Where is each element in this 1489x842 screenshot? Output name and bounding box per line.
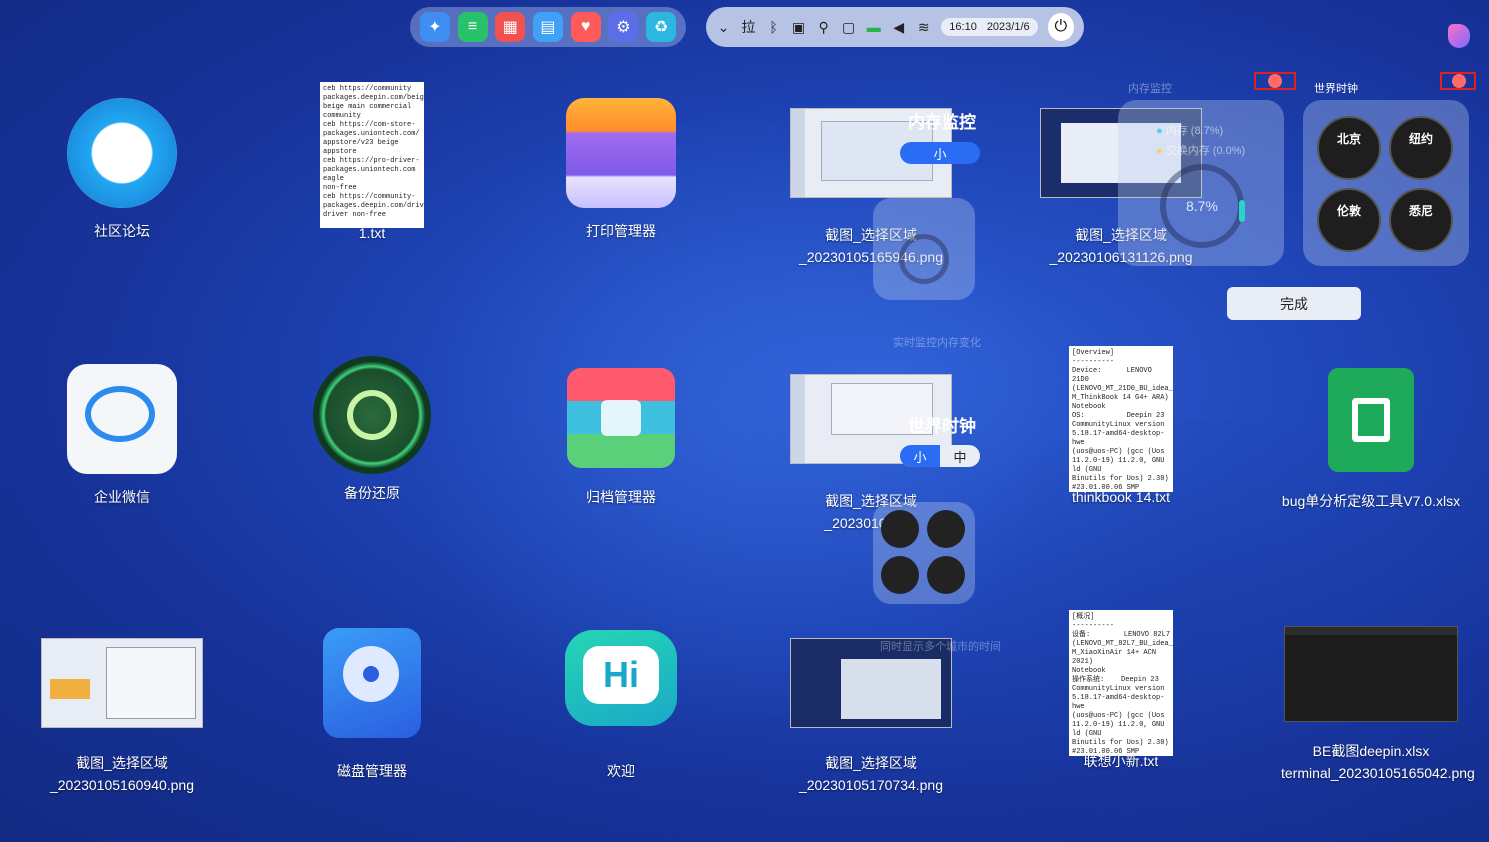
remove-widget-button[interactable] bbox=[1440, 72, 1476, 90]
desktop-icon-label: terminal_20230105165042.png bbox=[1281, 765, 1475, 781]
desktop-icon[interactable]: 企业微信 bbox=[32, 364, 212, 508]
printer-icon bbox=[566, 98, 676, 208]
desktop-icon-label: 备份还原 bbox=[344, 485, 400, 501]
widget-title-clock: 世界时钟 bbox=[908, 417, 976, 436]
clock-london: 伦敦 bbox=[1317, 188, 1381, 252]
city-label: 纽约 bbox=[1408, 132, 1433, 146]
size-small-option[interactable]: 小 bbox=[900, 445, 940, 467]
desktop-icon[interactable]: 归档管理器 bbox=[531, 368, 711, 508]
city-label: 伦敦 bbox=[1336, 204, 1361, 218]
spreadsheet-icon bbox=[1328, 368, 1414, 472]
desktop-icon-label: 截图_选择区域 _20230105170734.png bbox=[798, 755, 944, 793]
battery-icon[interactable]: ▬ bbox=[866, 19, 881, 35]
desktop-icon-label: 截图_选择区域 _20230105160940.png bbox=[49, 755, 195, 793]
archive-manager-icon bbox=[567, 368, 675, 468]
notification-icon[interactable] bbox=[1448, 24, 1470, 48]
desktop-icon-label: 磁盘管理器 bbox=[337, 763, 407, 779]
clock-widget[interactable]: 北京 纽约 伦敦 悉尼 bbox=[1303, 100, 1469, 266]
swap-legend: ● 交换内存 (0.0%) bbox=[1156, 145, 1246, 157]
search-icon[interactable]: ⚲ bbox=[816, 19, 831, 36]
desktop-icon-label: BE截图deepin.xlsx bbox=[1312, 743, 1430, 759]
desktop-icon[interactable]: [Overview] ---------- Device: LENOVO 21D… bbox=[1031, 346, 1211, 508]
desktop-icon[interactable]: 社区论坛 bbox=[32, 98, 212, 242]
desktop-icon-label: 归档管理器 bbox=[586, 489, 656, 505]
memory-percent: 8.7% bbox=[1186, 198, 1218, 214]
backup-restore-icon bbox=[313, 356, 431, 474]
screen-icon[interactable]: ▣ bbox=[791, 19, 806, 36]
text-file-thumbnail: [Overview] ---------- Device: LENOVO 21D… bbox=[1069, 346, 1173, 492]
disk-manager-icon bbox=[323, 628, 421, 738]
clock-widget-title: 世界时钟 bbox=[1314, 83, 1358, 95]
desktop-icon[interactable]: 磁盘管理器 bbox=[282, 628, 462, 782]
welcome-icon: Hi bbox=[565, 630, 677, 726]
widget-size-selector: 小 bbox=[900, 142, 980, 164]
multitask-view-icon[interactable]: ▢ bbox=[841, 19, 856, 36]
desktop-icon[interactable]: bug单分析定级工具V7.0.xlsx bbox=[1281, 368, 1461, 512]
multitask-icon[interactable]: ≡ bbox=[457, 12, 488, 42]
datetime[interactable]: 16:10 2023/1/6 bbox=[941, 18, 1038, 36]
remove-widget-button[interactable] bbox=[1254, 72, 1296, 90]
desktop-icon-label: 欢迎 bbox=[607, 763, 635, 779]
desktop-icon-label: 打印管理器 bbox=[586, 223, 656, 239]
desktop-icon[interactable]: [概况] ---------- 设备: LENOVO 82L7 (LENOVO_… bbox=[1031, 610, 1211, 772]
desktop-icon[interactable]: Hi 欢迎 bbox=[531, 630, 711, 782]
desktop-icon[interactable]: BE截图deepin.xlsx terminal_20230105165042.… bbox=[1281, 626, 1475, 784]
chevron-down-icon[interactable]: ⌄ bbox=[716, 19, 731, 36]
city-label: 悉尼 bbox=[1408, 204, 1433, 218]
size-medium-option[interactable]: 中 bbox=[940, 445, 980, 467]
widget-desc-clock: 同时显示多个城市的时间 bbox=[880, 641, 1001, 653]
swap-label: 交换内存 (0.0%) bbox=[1165, 145, 1246, 157]
clock-beijing: 北京 bbox=[1317, 116, 1381, 180]
widget-title-memory: 内存监控 bbox=[908, 113, 976, 132]
widget-size-selector: 小 中 bbox=[900, 445, 980, 467]
desktop-icon-label: 企业微信 bbox=[94, 489, 150, 505]
gift-icon[interactable]: ♥ bbox=[570, 12, 601, 42]
desktop-icon-label: 社区论坛 bbox=[94, 223, 150, 239]
size-small-option[interactable]: 小 bbox=[900, 142, 980, 164]
system-tray: ⌄ 拉 ᛒ ▣ ⚲ ▢ ▬ ◀ ≋ 16:10 2023/1/6 ⏻ bbox=[706, 7, 1084, 47]
launcher-icon[interactable]: ✦ bbox=[419, 12, 450, 42]
memory-widget[interactable]: ● 内存 (8.7%) ● 交换内存 (0.0%) 8.7% bbox=[1118, 100, 1284, 266]
text-file-thumbnail: [概况] ---------- 设备: LENOVO 82L7 (LENOVO_… bbox=[1069, 610, 1173, 756]
date-text: 2023/1/6 bbox=[986, 21, 1030, 33]
desktop-icon[interactable]: 截图_选择区域 _20230105160940.png bbox=[32, 638, 212, 796]
app-store-icon[interactable]: ▦ bbox=[495, 12, 526, 42]
time-text: 16:10 bbox=[949, 21, 977, 33]
city-label: 北京 bbox=[1336, 132, 1361, 146]
wecom-icon bbox=[67, 364, 177, 474]
trash-icon[interactable]: ♻ bbox=[646, 12, 677, 42]
desktop-icon-label: thinkbook 14.txt bbox=[1071, 489, 1171, 505]
text-file-thumbnail: ceb https://community packages.deepin.co… bbox=[320, 82, 424, 228]
clock-widget-preview[interactable] bbox=[873, 502, 975, 604]
mem-legend: ● 内存 (8.7%) bbox=[1156, 125, 1224, 137]
file-manager-icon[interactable]: ▤ bbox=[532, 12, 563, 42]
done-button[interactable]: 完成 bbox=[1227, 287, 1361, 320]
deepin-forum-icon bbox=[67, 98, 177, 208]
desktop-icon[interactable]: ceb https://community packages.deepin.co… bbox=[282, 82, 462, 244]
desktop-icon[interactable]: 截图_选择区域 _20230105170734.png bbox=[781, 638, 961, 796]
clock-sydney: 悉尼 bbox=[1389, 188, 1453, 252]
input-method-icon[interactable]: 拉 bbox=[741, 17, 756, 37]
bluetooth-icon[interactable]: ᛒ bbox=[766, 19, 781, 35]
widget-desc-memory: 实时监控内存变化 bbox=[893, 337, 981, 349]
mem-label: 内存 (8.7%) bbox=[1165, 125, 1224, 137]
power-icon[interactable]: ⏻ bbox=[1047, 13, 1074, 41]
desktop-icon-label: bug单分析定级工具V7.0.xlsx bbox=[1281, 493, 1461, 509]
memory-widget-title: 内存监控 bbox=[1128, 83, 1172, 95]
settings-icon[interactable]: ⚙ bbox=[608, 12, 639, 42]
desktop-icon[interactable]: 打印管理器 bbox=[531, 98, 711, 242]
desktop-icon-label: 1.txt bbox=[358, 225, 386, 241]
dock: ✦ ≡ ▦ ▤ ♥ ⚙ ♻ bbox=[410, 7, 686, 47]
screenshot-thumbnail bbox=[1284, 626, 1458, 722]
clock-newyork: 纽约 bbox=[1389, 116, 1453, 180]
wifi-icon[interactable]: ≋ bbox=[916, 19, 931, 36]
desktop-icon[interactable]: 备份还原 bbox=[282, 356, 462, 504]
screenshot-thumbnail bbox=[41, 638, 203, 728]
desktop-icon-label: 联想小新.txt bbox=[1083, 753, 1159, 769]
volume-icon[interactable]: ◀ bbox=[891, 19, 906, 36]
remove-icon bbox=[1268, 74, 1282, 88]
remove-icon bbox=[1452, 74, 1466, 88]
memory-widget-preview[interactable] bbox=[873, 198, 975, 300]
